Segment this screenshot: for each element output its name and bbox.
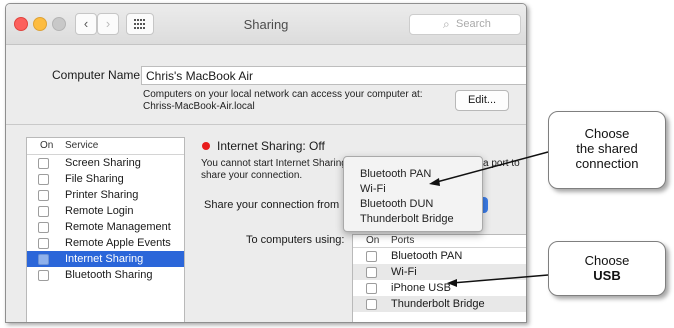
service-label: File Sharing <box>65 173 124 185</box>
service-row-bluetooth-sharing[interactable]: Bluetooth Sharing <box>27 267 184 283</box>
sharing-window: ‹ › Sharing ⌕ Search Computer Name: Chri… <box>5 3 527 323</box>
ports-name-header: Ports <box>391 235 415 246</box>
service-checkbox[interactable] <box>38 206 49 217</box>
ports-on-header: On <box>366 235 380 246</box>
service-label: Remote Login <box>65 205 134 217</box>
port-label: Bluetooth PAN <box>391 250 463 262</box>
port-row-iphone-usb[interactable]: iPhone USB <box>353 280 526 296</box>
share-from-label: Share your connection from <box>204 199 340 211</box>
menu-item-wi-fi[interactable]: Wi-Fi <box>360 183 386 195</box>
service-name-header: Service <box>65 140 99 151</box>
search-field[interactable]: ⌕ Search <box>409 14 521 35</box>
service-label: Bluetooth Sharing <box>65 269 153 281</box>
port-label: Thunderbolt Bridge <box>391 298 485 310</box>
service-row-remote-management[interactable]: Remote Management <box>27 219 184 235</box>
service-row-screen-sharing[interactable]: Screen Sharing <box>27 155 184 171</box>
connection-popup-menu: Bluetooth PAN Wi-Fi Bluetooth DUN Thunde… <box>343 156 483 232</box>
ports-list-header: On Ports <box>353 235 526 248</box>
edit-button[interactable]: Edit... <box>455 90 509 111</box>
service-checkbox[interactable] <box>38 158 49 169</box>
menu-item-bluetooth-dun[interactable]: Bluetooth DUN <box>360 198 433 210</box>
computer-name-description: Computers on your local network can acce… <box>143 89 423 100</box>
sharing-message-line1-end: a port to <box>483 158 520 169</box>
port-row-bluetooth-pan[interactable]: Bluetooth PAN <box>353 248 526 264</box>
internet-sharing-status: Internet Sharing: Off <box>217 139 325 153</box>
service-checkbox[interactable] <box>38 238 49 249</box>
service-checkbox[interactable] <box>38 254 49 265</box>
service-row-remote-apple-events[interactable]: Remote Apple Events <box>27 235 184 251</box>
callout-bottom-line1: Choose <box>584 253 630 268</box>
port-checkbox[interactable] <box>366 283 377 294</box>
service-label: Remote Management <box>65 221 171 233</box>
service-list: On Service Screen Sharing File Sharing Pri… <box>26 137 185 322</box>
callout-usb: Choose USB <box>548 241 666 296</box>
service-label: Printer Sharing <box>65 189 139 201</box>
title-bar: ‹ › Sharing ⌕ Search <box>6 4 526 45</box>
sharing-message-line1: You cannot start Internet Sharing <box>201 158 347 169</box>
port-checkbox[interactable] <box>366 299 377 310</box>
computer-name-label: Computer Name: <box>52 68 144 82</box>
service-checkbox[interactable] <box>38 190 49 201</box>
ports-list: On Ports Bluetooth PAN Wi-Fi iPhone USB Thu… <box>352 234 526 322</box>
callout-top-line1: Choose <box>584 126 630 141</box>
callout-top-line3: connection <box>575 156 639 171</box>
port-row-thunderbolt-bridge[interactable]: Thunderbolt Bridge <box>353 296 526 312</box>
status-indicator-icon <box>202 142 210 150</box>
service-checkbox[interactable] <box>38 222 49 233</box>
service-row-printer-sharing[interactable]: Printer Sharing <box>27 187 184 203</box>
menu-item-bluetooth-pan[interactable]: Bluetooth PAN <box>360 168 431 180</box>
to-computers-label: To computers using: <box>246 234 345 246</box>
port-label: iPhone USB <box>391 282 451 294</box>
port-row-wi-fi[interactable]: Wi-Fi <box>353 264 526 280</box>
computer-name-field[interactable]: Chris's MacBook Air <box>141 66 526 85</box>
local-hostname: Chriss-MacBook-Air.local <box>143 101 255 112</box>
section-divider <box>6 124 526 125</box>
service-label: Remote Apple Events <box>65 237 171 249</box>
service-label: Internet Sharing <box>65 253 144 265</box>
service-on-header: On <box>40 140 54 151</box>
port-label: Wi-Fi <box>391 266 417 278</box>
port-checkbox[interactable] <box>366 267 377 278</box>
service-label: Screen Sharing <box>65 157 141 169</box>
sharing-message-line2: share your connection. <box>201 170 303 181</box>
port-checkbox[interactable] <box>366 251 377 262</box>
search-placeholder: Search <box>456 18 491 30</box>
service-list-header: On Service <box>27 138 184 155</box>
search-icon: ⌕ <box>443 17 450 31</box>
service-row-file-sharing[interactable]: File Sharing <box>27 171 184 187</box>
service-checkbox[interactable] <box>38 270 49 281</box>
callout-shared-connection: Choose the shared connection <box>548 111 666 189</box>
service-checkbox[interactable] <box>38 174 49 185</box>
menu-item-thunderbolt-bridge[interactable]: Thunderbolt Bridge <box>360 213 454 225</box>
service-row-internet-sharing[interactable]: Internet Sharing <box>27 251 184 267</box>
callout-bottom-line2: USB <box>593 268 621 283</box>
service-row-remote-login[interactable]: Remote Login <box>27 203 184 219</box>
callout-top-line2: the shared <box>576 141 638 156</box>
